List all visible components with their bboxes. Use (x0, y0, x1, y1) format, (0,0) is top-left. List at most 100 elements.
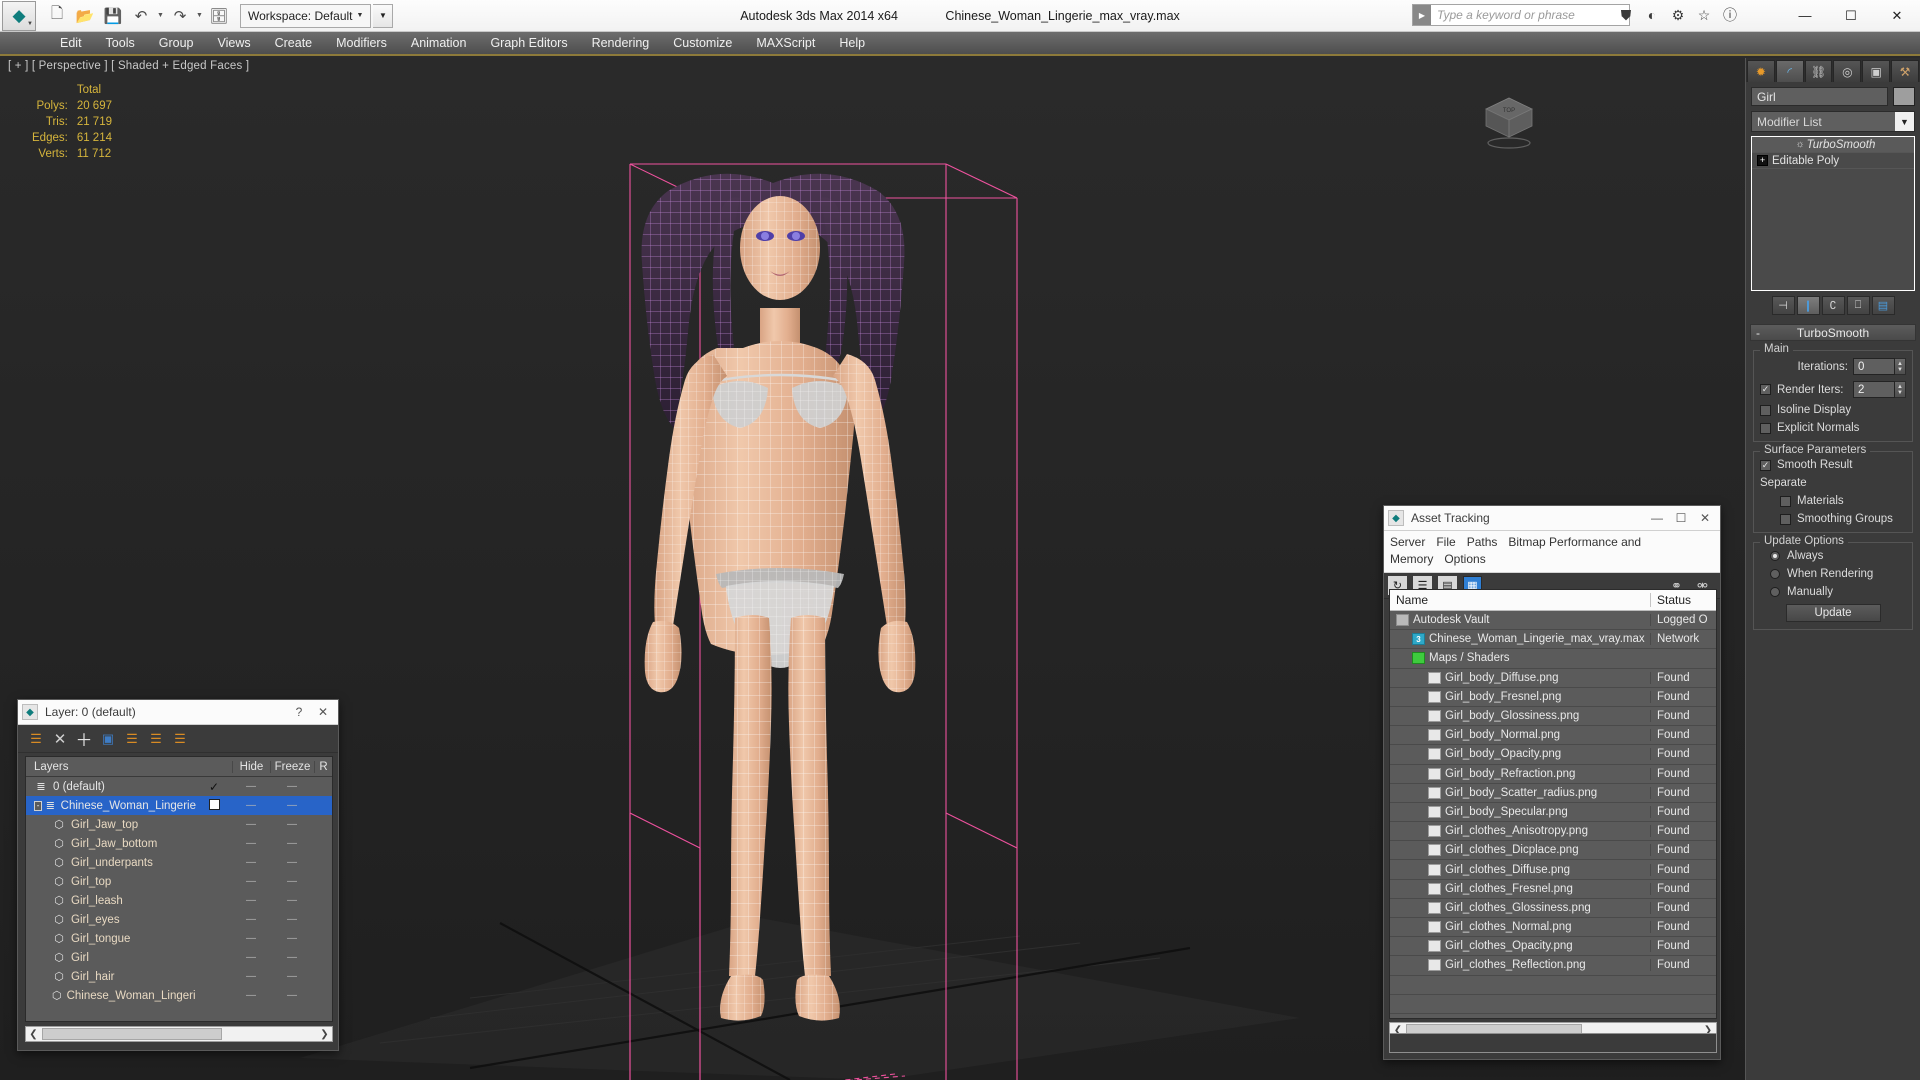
layer-freeze-toggle[interactable]: — (270, 990, 314, 1001)
layer-hide-toggle[interactable]: — (232, 971, 270, 982)
layer-freeze-toggle[interactable]: — (270, 838, 314, 849)
asset-row[interactable]: Girl_clothes_Glossiness.png Found (1390, 899, 1716, 918)
help-icon[interactable]: ⓘ (1720, 5, 1740, 25)
workspace-selector[interactable]: Workspace: Default ▼ (240, 3, 372, 28)
layer-row[interactable]: ⬡ Girl_Jaw_top — — (26, 815, 332, 834)
asset-maximize-button[interactable]: ☐ (1670, 508, 1692, 528)
asset-close-button[interactable]: ✕ (1694, 508, 1716, 528)
hide-unselected-icon[interactable]: ☰ (146, 729, 166, 749)
asset-menu-file[interactable]: File (1436, 535, 1455, 549)
explicit-normals-checkbox[interactable] (1760, 422, 1771, 434)
asset-row[interactable]: Maps / Shaders (1390, 649, 1716, 669)
utilities-tab[interactable]: ⚒ (1891, 60, 1919, 82)
layer-dialog[interactable]: ◆ Layer: 0 (default) ? ✕ ☰ ✕ ＋ ▣ ☰ ☰ ☰ L… (17, 699, 339, 1051)
layer-horizontal-scrollbar[interactable]: ❮ ❯ (25, 1026, 333, 1042)
asset-row[interactable]: Girl_body_Diffuse.png Found (1390, 669, 1716, 688)
menu-item-modifiers[interactable]: Modifiers (324, 33, 399, 53)
smoothing-groups-row[interactable]: Smoothing Groups (1760, 513, 1906, 525)
pin-stack-icon[interactable]: ⊣ (1771, 296, 1795, 315)
layer-hide-toggle[interactable]: — (232, 781, 270, 792)
layer-freeze-toggle[interactable]: — (270, 781, 314, 792)
autodesk-360-icon[interactable]: ⛊ (1616, 5, 1636, 25)
open-file-icon[interactable]: 📂 (72, 4, 98, 28)
layer-freeze-toggle[interactable]: — (270, 952, 314, 963)
menu-item-graph-editors[interactable]: Graph Editors (478, 33, 579, 53)
layer-close-button[interactable]: ✕ (312, 702, 334, 722)
asset-row[interactable]: Girl_body_Glossiness.png Found (1390, 707, 1716, 727)
manually-row[interactable]: Manually (1760, 586, 1906, 598)
modifier-stack-item-turbosmooth[interactable]: ☼ TurboSmooth (1752, 137, 1914, 153)
asset-row[interactable]: Girl_body_Refraction.png Found (1390, 765, 1716, 784)
collapse-icon[interactable]: - (1756, 326, 1760, 340)
rollout-header[interactable]: - TurboSmooth (1750, 324, 1916, 341)
layer-hide-toggle[interactable]: — (232, 800, 270, 811)
expand-icon[interactable]: + (1757, 155, 1768, 166)
smooth-result-row[interactable]: ✓ Smooth Result (1760, 459, 1906, 471)
modifier-stack-item-editable-poly[interactable]: + Editable Poly (1752, 153, 1914, 169)
layer-row[interactable]: ⬡ Girl_tongue — — (26, 929, 332, 948)
object-color-swatch[interactable] (1893, 87, 1915, 106)
maximize-button[interactable]: ☐ (1828, 0, 1874, 31)
render-iters-spinner[interactable]: ▲ ▼ (1895, 381, 1906, 398)
layer-freeze-toggle[interactable]: — (270, 800, 314, 811)
layer-row[interactable]: ⬡ Girl — — (26, 948, 332, 967)
close-button[interactable]: ✕ (1874, 0, 1920, 31)
menu-item-customize[interactable]: Customize (661, 33, 744, 53)
asset-row[interactable]: Autodesk Vault Logged O (1390, 611, 1716, 631)
layer-hide-toggle[interactable]: — (232, 933, 270, 944)
search-input[interactable]: ▶ Type a keyword or phrase (1412, 4, 1630, 26)
layer-hide-toggle[interactable]: — (232, 895, 270, 906)
asset-menu-options[interactable]: Options (1444, 552, 1485, 566)
asset-dialog-titlebar[interactable]: ◆ Asset Tracking — ☐ ✕ (1384, 506, 1720, 531)
create-new-layer-icon[interactable]: ☰ (26, 729, 46, 749)
layer-hide-toggle[interactable]: — (232, 990, 270, 1001)
always-radio[interactable] (1770, 551, 1780, 561)
asset-row[interactable]: Girl_clothes_Dicplace.png Found (1390, 841, 1716, 861)
show-end-result-icon[interactable]: ❙ (1796, 296, 1820, 315)
exchange-app-icon[interactable]: ⚙ (1668, 5, 1688, 25)
asset-tracking-dialog[interactable]: ◆ Asset Tracking — ☐ ✕ Server File Paths Bi… (1383, 505, 1721, 1060)
menu-item-edit[interactable]: Edit (48, 33, 94, 53)
explicit-normals-row[interactable]: Explicit Normals (1760, 422, 1906, 434)
menu-item-tools[interactable]: Tools (94, 33, 147, 53)
layer-hide-toggle[interactable]: — (232, 819, 270, 830)
asset-row[interactable]: Girl_clothes_Reflection.png Found (1390, 956, 1716, 976)
layer-freeze-toggle[interactable]: — (270, 933, 314, 944)
layer-row[interactable]: ⬡ Girl_leash — — (26, 891, 332, 910)
smoothing-groups-checkbox[interactable] (1780, 513, 1791, 525)
asset-row[interactable]: Girl_clothes_Opacity.png Found (1390, 937, 1716, 957)
layer-freeze-toggle[interactable]: — (270, 876, 314, 887)
asset-row[interactable]: 3 Chinese_Woman_Lingerie_max_vray.max Netw… (1390, 630, 1716, 650)
display-tab[interactable]: ▣ (1862, 60, 1891, 82)
asset-menu-server[interactable]: Server (1390, 535, 1425, 549)
asset-row[interactable]: Girl_body_Normal.png Found (1390, 726, 1716, 746)
menu-item-help[interactable]: Help (827, 33, 877, 53)
layer-dialog-titlebar[interactable]: ◆ Layer: 0 (default) ? ✕ (18, 700, 338, 725)
create-tab[interactable]: ✹ (1747, 60, 1775, 82)
iterations-spinner[interactable]: ▲ ▼ (1895, 358, 1906, 375)
hierarchy-tab[interactable]: ⛓ (1804, 60, 1833, 82)
menu-item-group[interactable]: Group (147, 33, 206, 53)
layer-row[interactable]: ⬡ Girl_top — — (26, 872, 332, 891)
asset-menu-bitmap-performance-and-memory[interactable]: Bitmap Performance and Memory (1390, 535, 1641, 566)
asset-minimize-button[interactable]: — (1646, 508, 1668, 528)
modifier-stack[interactable]: ☼ TurboSmooth + Editable Poly (1751, 136, 1915, 291)
isoline-display-checkbox[interactable] (1760, 404, 1771, 416)
iterations-input[interactable]: 0 (1853, 358, 1895, 375)
layer-row[interactable]: ⬡ Girl_hair — — (26, 967, 332, 986)
add-selection-icon[interactable]: ＋ (74, 729, 94, 750)
asset-row[interactable] (1390, 995, 1716, 1014)
project-folder-icon[interactable]: 🗄 (206, 4, 232, 28)
manually-radio[interactable] (1770, 587, 1780, 597)
scroll-left-icon[interactable]: ❮ (26, 1029, 41, 1040)
layer-properties-icon[interactable]: ☰ (170, 729, 190, 749)
layer-row[interactable]: ≣ 0 (default) ✓ — — (26, 777, 332, 796)
new-file-icon[interactable]: 🗋 (44, 4, 70, 28)
isoline-display-row[interactable]: Isoline Display (1760, 404, 1906, 416)
select-objects-in-layer-icon[interactable]: ▣ (98, 729, 118, 749)
layer-row[interactable]: - ≣ Chinese_Woman_Lingerie — — (26, 796, 332, 815)
asset-row[interactable]: Girl_body_Specular.png Found (1390, 803, 1716, 823)
layer-row[interactable]: ⬡ Chinese_Woman_Lingerie — — (26, 986, 332, 1005)
light-bulb-icon[interactable]: ☼ (1794, 139, 1807, 150)
redo-icon[interactable]: ↷ (167, 4, 193, 28)
